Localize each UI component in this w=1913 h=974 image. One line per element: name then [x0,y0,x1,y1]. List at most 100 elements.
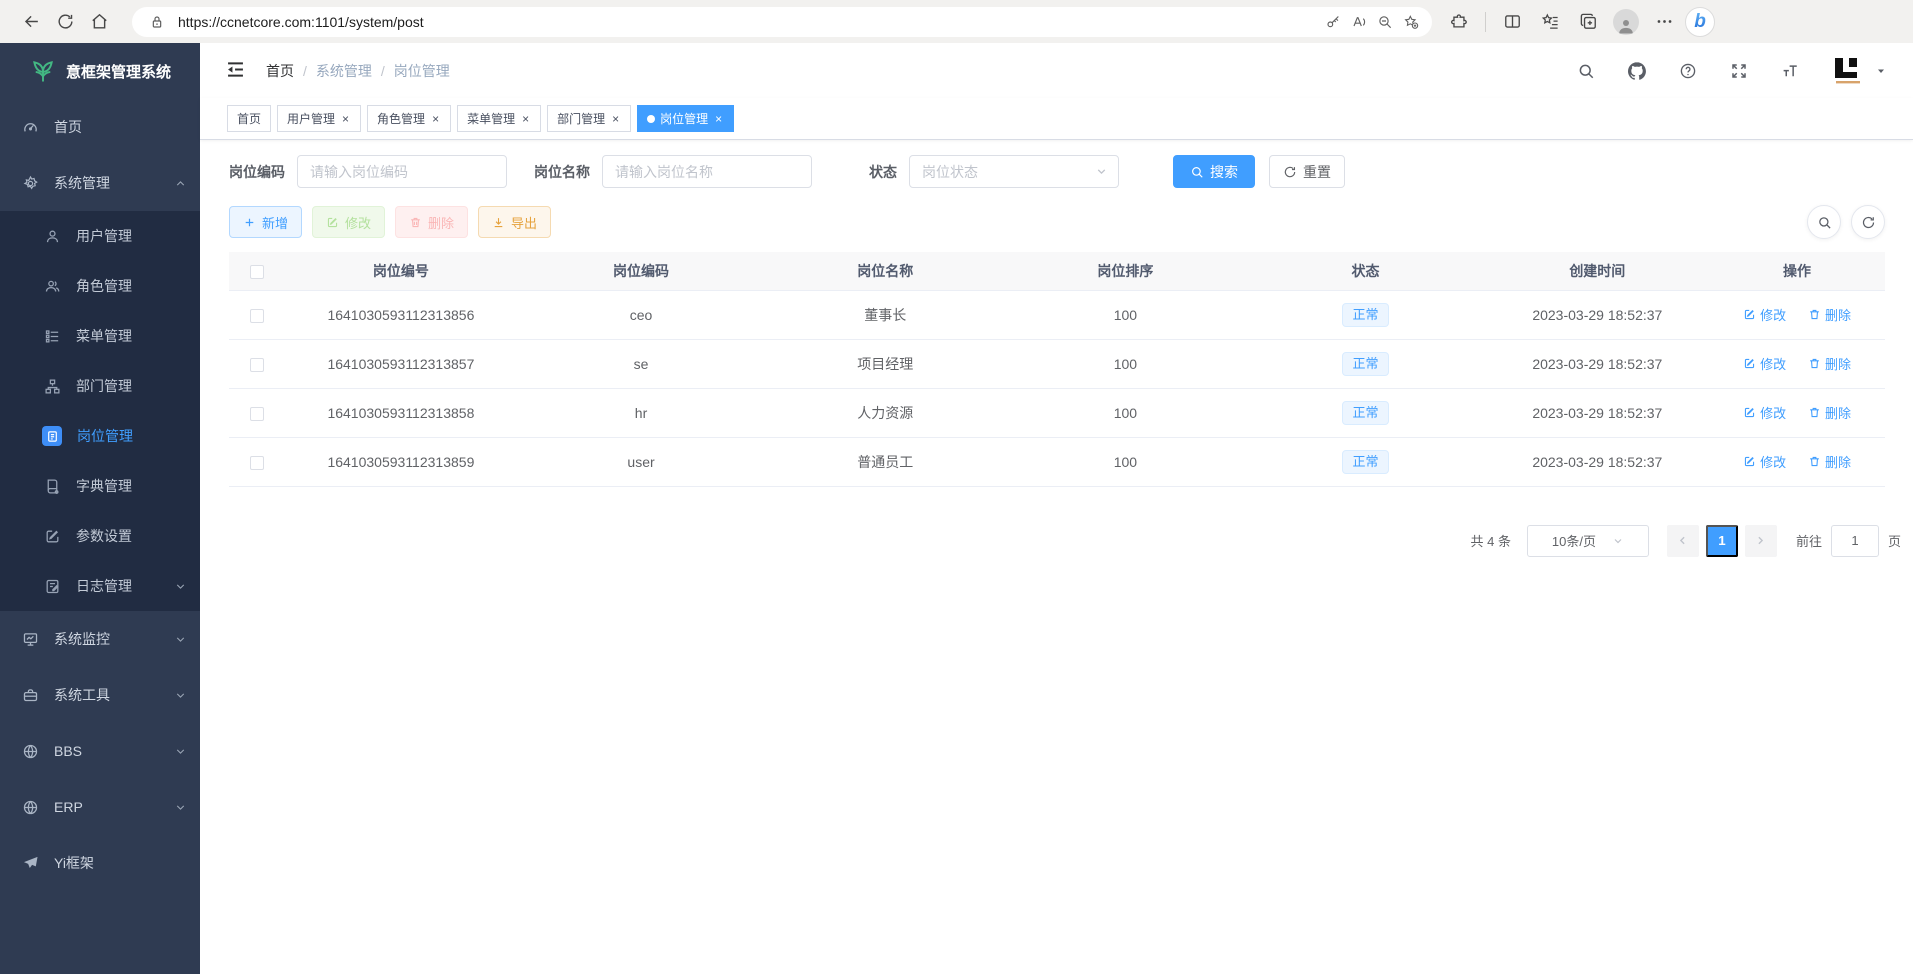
table-row[interactable]: 1641030593112313858 hr 人力资源 100 正常 2023-… [229,388,1885,437]
site-info-button[interactable] [144,9,170,35]
row-checkbox[interactable] [250,358,264,372]
prev-page-button[interactable] [1667,525,1699,557]
cell-post-code: se [517,339,765,388]
read-aloud-button[interactable] [1346,9,1372,35]
next-page-button[interactable] [1745,525,1777,557]
favorites-button[interactable] [1533,5,1567,39]
page-size-select[interactable]: 10条/页 [1527,525,1649,557]
status-select[interactable]: 岗位状态 [909,155,1119,188]
goto-page-label: 前往 [1796,531,1822,550]
sidebar-item-departments[interactable]: 部门管理 [0,361,200,411]
row-delete-link[interactable]: 删除 [1808,305,1851,324]
sidebar-item-menus[interactable]: 菜单管理 [0,311,200,361]
sidebar-item-logs[interactable]: 日志管理 [0,561,200,611]
tab-close-icon[interactable]: × [610,112,621,126]
refresh-table-button[interactable] [1851,205,1885,239]
sidebar-item-dictionary[interactable]: 字典管理 [0,461,200,511]
sidebar-item-yi-framework[interactable]: Yi框架 [0,835,200,891]
sidebar-item-posts[interactable]: 岗位管理 [0,411,200,461]
row-edit-link[interactable]: 修改 [1743,452,1786,471]
collections-button[interactable] [1571,5,1605,39]
tab-close-icon[interactable]: × [430,112,441,126]
url-text[interactable]: https://ccnetcore.com:1101/system/post [178,14,1320,30]
font-size-button[interactable] [1775,56,1805,86]
breadcrumb-home[interactable]: 首页 [266,61,294,81]
row-edit-link[interactable]: 修改 [1743,305,1786,324]
row-delete-link[interactable]: 删除 [1808,403,1851,422]
header-search-button[interactable] [1571,56,1601,86]
browser-menu-button[interactable] [1647,5,1681,39]
browser-refresh-button[interactable] [48,5,82,39]
export-button[interactable]: 导出 [478,206,551,238]
goto-page-input[interactable] [1831,525,1879,557]
browser-home-button[interactable] [82,5,116,39]
add-button[interactable]: 新增 [229,206,302,238]
tab-menus[interactable]: 菜单管理 × [457,105,541,132]
sidebar-item-users[interactable]: 用户管理 [0,211,200,261]
password-button[interactable] [1320,9,1346,35]
add-favorite-button[interactable] [1398,9,1424,35]
user-menu[interactable] [1830,53,1887,89]
sidebar-item-monitoring[interactable]: 系统监控 [0,611,200,667]
profile-button[interactable] [1609,5,1643,39]
post-name-input[interactable] [602,155,812,188]
tab-close-icon[interactable]: × [713,112,724,126]
trash-icon [409,216,422,229]
table-row[interactable]: 1641030593112313856 ceo 董事长 100 正常 2023-… [229,290,1885,339]
chevron-down-icon [174,801,187,814]
row-edit-link[interactable]: 修改 [1743,403,1786,422]
zoom-out-button[interactable] [1372,9,1398,35]
sidebar-item-label: 菜单管理 [76,326,132,346]
row-checkbox[interactable] [250,456,264,470]
edit-button[interactable]: 修改 [312,206,385,238]
column-header-code: 岗位编码 [517,252,765,290]
toggle-search-button[interactable] [1807,205,1841,239]
row-delete-link[interactable]: 删除 [1808,452,1851,471]
tab-departments[interactable]: 部门管理 × [547,105,631,132]
post-code-input[interactable] [297,155,507,188]
address-bar[interactable]: https://ccnetcore.com:1101/system/post [132,7,1432,37]
chevron-down-icon [1612,535,1624,547]
sidebar-item-home[interactable]: 首页 [0,99,200,155]
row-delete-link[interactable]: 删除 [1808,354,1851,373]
tab-roles[interactable]: 角色管理 × [367,105,451,132]
sidebar-item-parameters[interactable]: 参数设置 [0,511,200,561]
row-delete-label: 删除 [1825,354,1851,373]
page-number-button[interactable]: 1 [1706,525,1738,557]
table-options [1807,205,1885,239]
row-checkbox[interactable] [250,309,264,323]
tab-close-icon[interactable]: × [520,112,531,126]
active-dot [647,115,655,123]
sidebar-toggle-button[interactable] [222,58,248,84]
users-icon [44,278,61,295]
select-all-checkbox[interactable] [250,265,264,279]
app-logo[interactable]: 意框架管理系统 [0,43,200,99]
help-button[interactable] [1673,56,1703,86]
tab-close-icon[interactable]: × [340,112,351,126]
search-button[interactable]: 搜索 [1173,155,1255,188]
table-row[interactable]: 1641030593112313857 se 项目经理 100 正常 2023-… [229,339,1885,388]
status-badge: 正常 [1342,352,1388,376]
sidebar-item-erp[interactable]: ERP [0,779,200,835]
sidebar-item-tools[interactable]: 系统工具 [0,667,200,723]
tab-users[interactable]: 用户管理 × [277,105,361,132]
row-edit-link[interactable]: 修改 [1743,354,1786,373]
sidebar-item-bbs[interactable]: BBS [0,723,200,779]
split-screen-button[interactable] [1495,5,1529,39]
extensions-button[interactable] [1442,5,1476,39]
tab-home[interactable]: 首页 [227,105,271,132]
reset-button[interactable]: 重置 [1269,155,1345,188]
row-checkbox[interactable] [250,407,264,421]
table-row[interactable]: 1641030593112313859 user 普通员工 100 正常 202… [229,437,1885,486]
copilot-button[interactable]: b [1685,7,1715,37]
tab-posts[interactable]: 岗位管理 × [637,105,734,132]
delete-button[interactable]: 删除 [395,206,468,238]
fullscreen-icon [1730,62,1748,80]
github-button[interactable] [1622,56,1652,86]
post-code-label: 岗位编码 [229,162,285,182]
breadcrumb-current: 岗位管理 [394,61,450,81]
fullscreen-button[interactable] [1724,56,1754,86]
sidebar-item-system[interactable]: 系统管理 [0,155,200,211]
sidebar-item-roles[interactable]: 角色管理 [0,261,200,311]
browser-back-button[interactable] [14,5,48,39]
